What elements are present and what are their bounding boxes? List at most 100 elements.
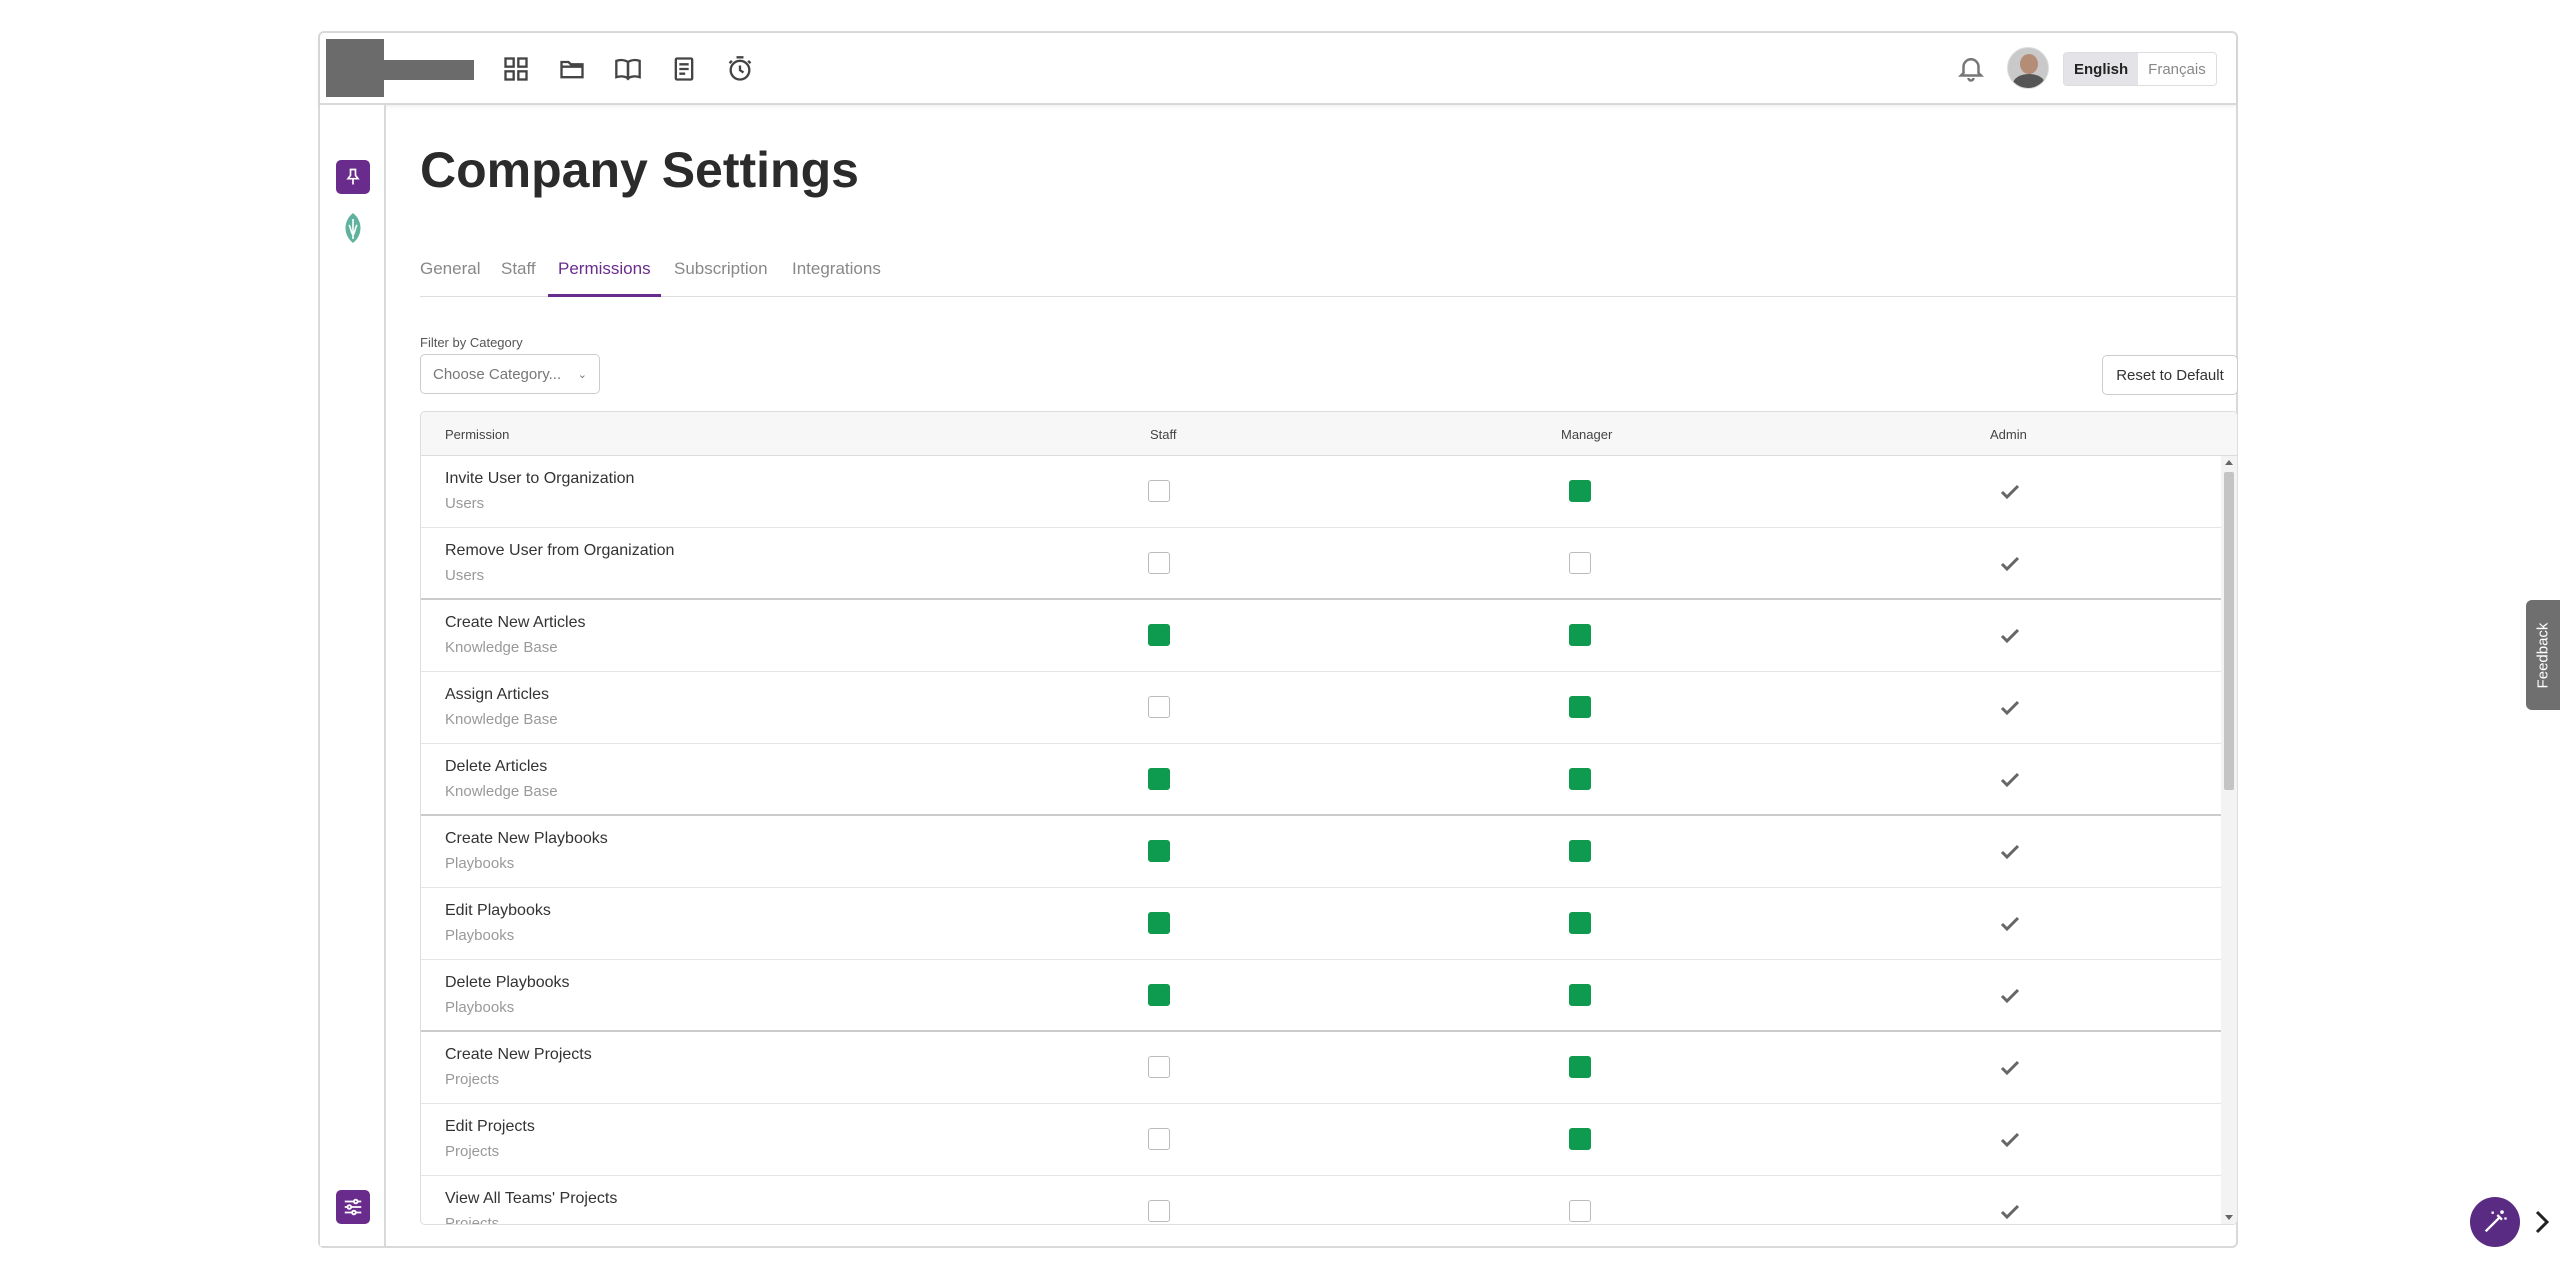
top-bar: English Français [320, 33, 2236, 105]
staff-checkbox[interactable] [1148, 1200, 1170, 1222]
table-row: Create New Playbooks Playbooks [421, 816, 2221, 888]
permission-category: Playbooks [445, 999, 515, 1016]
permission-name: Delete Playbooks [445, 974, 570, 991]
tab-subscription[interactable]: Subscription [674, 255, 768, 297]
permission-name: Create New Playbooks [445, 830, 608, 847]
column-staff: Staff [1150, 427, 1177, 442]
book-icon[interactable] [612, 53, 644, 85]
leaf-logo-icon[interactable] [337, 211, 369, 245]
company-logo[interactable] [326, 39, 384, 97]
manager-checkbox[interactable] [1569, 984, 1591, 1006]
pin-icon[interactable] [336, 160, 370, 194]
permission-name: Invite User to Organization [445, 470, 635, 487]
manager-checkbox[interactable] [1569, 768, 1591, 790]
manager-checkbox[interactable] [1569, 696, 1591, 718]
permission-category: Knowledge Base [445, 783, 558, 800]
document-icon[interactable] [668, 53, 700, 85]
manager-checkbox[interactable] [1569, 480, 1591, 502]
admin-check-icon [1998, 1056, 2022, 1080]
table-row: View All Teams' Projects Projects [421, 1176, 2221, 1224]
manager-checkbox[interactable] [1569, 840, 1591, 862]
folder-icon[interactable] [556, 53, 588, 85]
feedback-label: Feedback [2534, 622, 2552, 688]
filter-label: Filter by Category [420, 335, 523, 350]
tab-staff[interactable]: Staff [501, 255, 536, 297]
table-scrollbar[interactable] [2221, 456, 2237, 1224]
permission-category: Projects [445, 1143, 500, 1160]
table-header: Permission Staff Manager Admin [421, 412, 2237, 456]
chevron-right-icon[interactable] [2530, 1208, 2554, 1236]
permission-name: Delete Articles [445, 758, 548, 775]
permission-name: View All Teams' Projects [445, 1190, 618, 1207]
table-row: Assign Articles Knowledge Base [421, 672, 2221, 744]
lang-french[interactable]: Français [2138, 53, 2216, 85]
staff-checkbox[interactable] [1148, 768, 1170, 790]
tab-general[interactable]: General [420, 255, 480, 297]
column-admin: Admin [1990, 427, 2027, 442]
table-row: Create New Projects Projects [421, 1032, 2221, 1104]
admin-check-icon [1998, 624, 2022, 648]
staff-checkbox[interactable] [1148, 984, 1170, 1006]
permission-category: Projects [445, 1215, 500, 1224]
sliders-icon[interactable] [336, 1190, 370, 1224]
permission-category: Users [445, 567, 485, 584]
manager-checkbox[interactable] [1569, 1128, 1591, 1150]
admin-check-icon [1998, 1200, 2022, 1224]
staff-checkbox[interactable] [1148, 912, 1170, 934]
page-title: Company Settings [420, 142, 859, 198]
feedback-tab[interactable]: Feedback [2526, 600, 2560, 710]
manager-checkbox[interactable] [1569, 552, 1591, 574]
grid-icon[interactable] [500, 53, 532, 85]
column-manager: Manager [1561, 427, 1613, 442]
table-row: Remove User from Organization Users [421, 528, 2221, 600]
category-select[interactable]: Choose Category... ⌄ [420, 354, 600, 394]
magic-wand-icon[interactable] [2470, 1197, 2520, 1247]
permission-name: Remove User from Organization [445, 542, 675, 559]
settings-tabs: General Staff Permissions Subscription I… [420, 255, 2238, 297]
staff-checkbox[interactable] [1148, 624, 1170, 646]
lang-english[interactable]: English [2064, 53, 2139, 85]
table-row: Create New Articles Knowledge Base [421, 600, 2221, 672]
permission-name: Create New Articles [445, 614, 586, 631]
reset-to-default-button[interactable]: Reset to Default [2102, 355, 2238, 395]
admin-check-icon [1998, 768, 2022, 792]
admin-check-icon [1998, 696, 2022, 720]
staff-checkbox[interactable] [1148, 480, 1170, 502]
tab-permissions[interactable]: Permissions [548, 255, 661, 297]
manager-checkbox[interactable] [1569, 624, 1591, 646]
permission-category: Projects [445, 1071, 500, 1088]
scroll-down-arrow [2225, 1215, 2233, 1220]
permission-name: Assign Articles [445, 686, 550, 703]
table-row: Edit Playbooks Playbooks [421, 888, 2221, 960]
bell-icon[interactable] [1956, 53, 1988, 85]
table-row: Edit Projects Projects [421, 1104, 2221, 1176]
staff-checkbox[interactable] [1148, 552, 1170, 574]
table-body: Invite User to Organization Users Remove U… [421, 456, 2221, 1224]
staff-checkbox[interactable] [1148, 840, 1170, 862]
staff-checkbox[interactable] [1148, 1128, 1170, 1150]
scroll-up-arrow [2225, 460, 2233, 465]
admin-check-icon [1998, 840, 2022, 864]
language-switcher: English Français [2063, 52, 2217, 86]
admin-check-icon [1998, 552, 2022, 576]
manager-checkbox[interactable] [1569, 1200, 1591, 1222]
table-row: Delete Playbooks Playbooks [421, 960, 2221, 1032]
staff-checkbox[interactable] [1148, 696, 1170, 718]
column-permission: Permission [445, 427, 510, 442]
tab-integrations[interactable]: Integrations [792, 255, 881, 297]
staff-checkbox[interactable] [1148, 1056, 1170, 1078]
admin-check-icon [1998, 912, 2022, 936]
admin-check-icon [1998, 1128, 2022, 1152]
permission-category: Playbooks [445, 927, 515, 944]
timer-icon[interactable] [724, 53, 756, 85]
scroll-thumb [2224, 472, 2234, 790]
manager-checkbox[interactable] [1569, 1056, 1591, 1078]
manager-checkbox[interactable] [1569, 912, 1591, 934]
table-row: Delete Articles Knowledge Base [421, 744, 2221, 816]
permission-name: Edit Playbooks [445, 902, 551, 919]
avatar[interactable] [2007, 47, 2049, 89]
chevron-down-icon: ⌄ [577, 368, 587, 381]
admin-check-icon [1998, 480, 2022, 504]
admin-check-icon [1998, 984, 2022, 1008]
permission-category: Users [445, 495, 485, 512]
